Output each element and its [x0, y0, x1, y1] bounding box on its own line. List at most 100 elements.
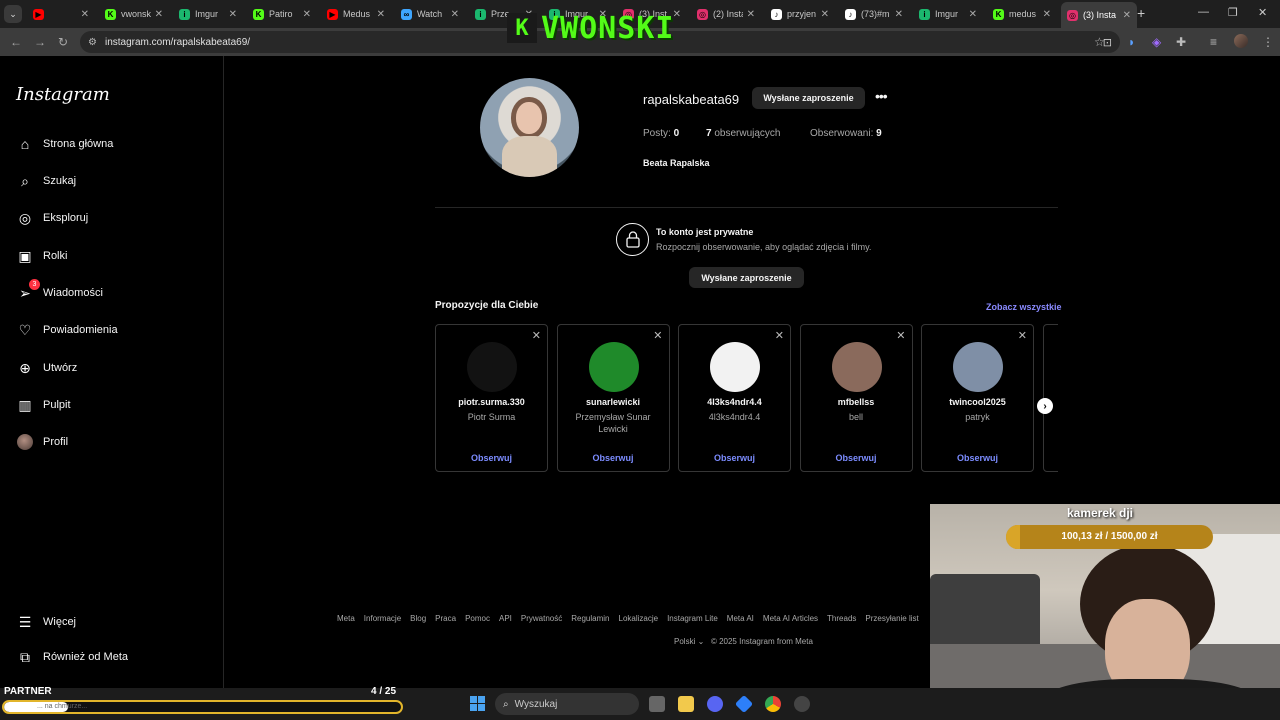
settings-gear-icon[interactable] [794, 696, 810, 712]
tab-close-icon[interactable]: ✕ [155, 9, 163, 20]
browser-tab[interactable]: i Imgur ✕ [173, 4, 243, 24]
browser-tab[interactable]: Kmedus ✕ [987, 4, 1057, 24]
tab-close-icon[interactable]: ✕ [303, 9, 311, 20]
media-control-icon[interactable]: ≡ [1210, 35, 1217, 49]
extensions-puzzle-icon[interactable]: ✚ [1176, 35, 1186, 49]
follow-button[interactable]: Obserwuj [801, 453, 912, 463]
file-explorer-icon[interactable] [678, 696, 694, 712]
suggestion-username[interactable]: sunarlewicki [558, 397, 669, 407]
dismiss-icon[interactable]: ✕ [653, 329, 662, 342]
suggestion-username[interactable]: piotr.surma.330 [436, 397, 547, 407]
extension-icon[interactable]: ◗ [1128, 35, 1135, 49]
dismiss-icon[interactable]: ✕ [775, 329, 784, 342]
browser-tab[interactable]: ◎ (3) Insta ✕ [1061, 2, 1137, 28]
browser-tab[interactable]: ♪ przyjen ✕ [765, 4, 835, 24]
bookmark-star-icon[interactable]: ☆ [1094, 35, 1105, 49]
footer-link[interactable]: Meta AI Articles [763, 614, 818, 623]
tab-close-icon[interactable]: ✕ [1043, 9, 1051, 20]
next-suggestions-icon[interactable]: › [1037, 398, 1053, 414]
profile-photo[interactable] [480, 78, 579, 177]
follow-button[interactable]: Obserwuj [922, 453, 1033, 463]
follow-button[interactable]: Obserwuj [558, 453, 669, 463]
minimize-icon[interactable]: — [1198, 6, 1209, 18]
footer-link[interactable]: Meta AI [727, 614, 754, 623]
followers-count[interactable]: 7 obserwujących [706, 128, 781, 139]
tab-close-icon[interactable]: ✕ [747, 9, 755, 20]
language-chevron-icon[interactable]: ⌄ [698, 637, 705, 646]
discord-icon[interactable] [707, 696, 723, 712]
browser-tab[interactable]: ▶ ✕ [27, 4, 95, 24]
task-view-icon[interactable] [649, 696, 665, 712]
site-info-icon[interactable]: ⚙ [88, 37, 97, 48]
close-window-icon[interactable]: ✕ [1258, 6, 1267, 19]
sidebar-item-dashboard[interactable]: ▥ Pulpit [16, 393, 206, 417]
suggestion-avatar[interactable] [710, 342, 760, 392]
tab-search-chevron-icon[interactable]: ⌄ [4, 5, 22, 23]
new-tab-icon[interactable]: + [1137, 5, 1145, 21]
forward-icon[interactable]: → [34, 35, 46, 49]
browser-tab[interactable]: ∞ Watch ✕ [395, 4, 465, 24]
dismiss-icon[interactable]: ✕ [1018, 329, 1027, 342]
footer-link[interactable]: Pomoc [465, 614, 490, 623]
see-all-link[interactable]: Zobacz wszystkie [986, 302, 1062, 312]
browser-tab[interactable]: ♪ (73)#m ✕ [839, 4, 909, 24]
sidebar-item-home[interactable]: ⌂ Strona główna [16, 132, 206, 156]
browser-tab[interactable]: K Patiro ✕ [247, 4, 317, 24]
footer-link[interactable]: Blog [410, 614, 426, 623]
footer-link[interactable]: API [499, 614, 512, 623]
windows-start-icon[interactable] [470, 696, 485, 711]
footer-link[interactable]: Threads [827, 614, 856, 623]
footer-link[interactable]: Meta [337, 614, 355, 623]
suggestion-avatar[interactable] [953, 342, 1003, 392]
extension-icon[interactable]: ◈ [1152, 35, 1161, 49]
tab-close-icon[interactable]: ✕ [81, 9, 89, 20]
tab-close-icon[interactable]: ✕ [1123, 10, 1131, 21]
instagram-logo[interactable]: Instagram [16, 84, 110, 105]
browser-tab[interactable]: ▶ Medus ✕ [321, 4, 391, 24]
tab-close-icon[interactable]: ✕ [451, 9, 459, 20]
tab-close-icon[interactable]: ✕ [895, 9, 903, 20]
reload-icon[interactable]: ↻ [58, 35, 68, 49]
tab-close-icon[interactable]: ✕ [229, 9, 237, 20]
more-options-icon[interactable]: ••• [875, 88, 888, 104]
footer-link[interactable]: Regulamin [571, 614, 609, 623]
sidebar-item-create[interactable]: ⊕ Utwórz [16, 356, 206, 380]
sidebar-item-profile[interactable]: Profil [16, 430, 206, 454]
dismiss-icon[interactable]: ✕ [532, 329, 541, 342]
suggestion-username[interactable]: 4l3ks4ndr4.4 [679, 397, 790, 407]
footer-link[interactable]: Prywatność [521, 614, 562, 623]
footer-link[interactable]: Lokalizacje [619, 614, 659, 623]
follow-button[interactable]: Obserwuj [436, 453, 547, 463]
tab-close-icon[interactable]: ✕ [821, 9, 829, 20]
sidebar-item-notifications[interactable]: ♡ Powiadomienia [16, 318, 206, 342]
browser-menu-icon[interactable]: ⋮ [1262, 35, 1274, 49]
tab-close-icon[interactable]: ✕ [377, 9, 385, 20]
browser-tab[interactable]: Kvwonsk ✕ [99, 4, 169, 24]
follow-request-sent-button[interactable]: Wysłane zaproszenie [752, 87, 865, 109]
suggestion-avatar[interactable] [831, 342, 882, 392]
browser-tab[interactable]: i Imgur ✕ [913, 4, 983, 24]
suggestion-username[interactable]: mfbellss [801, 397, 912, 407]
dismiss-icon[interactable]: ✕ [896, 329, 905, 342]
footer-link[interactable]: Informacje [364, 614, 401, 623]
sidebar-item-explore[interactable]: ◎ Eksploruj [16, 206, 206, 230]
language-select[interactable]: Polski [674, 637, 695, 646]
footer-link[interactable]: Praca [435, 614, 456, 623]
suggestion-username[interactable]: twincool2025 [922, 397, 1033, 407]
sidebar-item-search[interactable]: ⌕ Szukaj [16, 169, 206, 193]
follow-button[interactable]: Obserwuj [679, 453, 790, 463]
chrome-icon[interactable] [765, 696, 781, 712]
taskbar-search[interactable]: ⌕ Wyszukaj [495, 693, 639, 715]
tab-close-icon[interactable]: ✕ [969, 9, 977, 20]
back-icon[interactable]: ← [10, 35, 22, 49]
restore-icon[interactable]: ❐ [1228, 6, 1238, 19]
footer-link[interactable]: Instagram Lite [667, 614, 718, 623]
sidebar-item-reels[interactable]: ▣ Rolki [16, 244, 206, 268]
footer-link[interactable]: Przesyłanie list [865, 614, 918, 623]
sidebar-item-messages[interactable]: ➢ 3 Wiadomości [16, 279, 206, 305]
follow-request-sent-button-secondary[interactable]: Wysłane zaproszenie [689, 267, 804, 288]
suggestion-avatar[interactable] [588, 342, 639, 392]
sidebar-item-also-from-meta[interactable]: ⧉ Również od Meta [16, 645, 206, 669]
following-count[interactable]: Obserwowani: 9 [810, 128, 882, 139]
sidebar-item-more[interactable]: ☰ Więcej [16, 610, 206, 634]
